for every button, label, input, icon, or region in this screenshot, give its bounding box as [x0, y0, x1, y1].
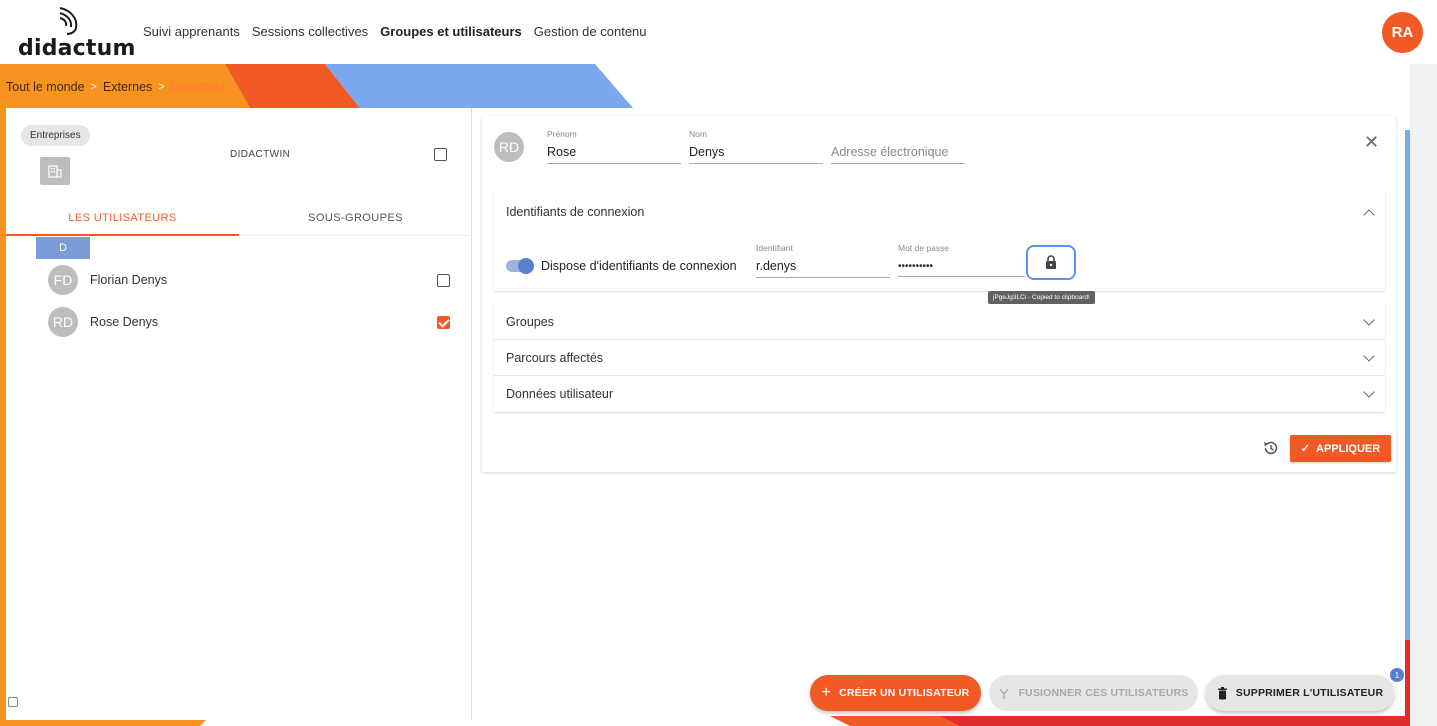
entreprises-chip[interactable]: Entreprises [21, 125, 90, 146]
breadcrumb-tout-le-monde[interactable]: Tout le monde [6, 80, 85, 94]
avatar: RD [494, 132, 524, 162]
apply-button[interactable]: ✓ APPLIQUER [1290, 435, 1391, 462]
create-user-label: CRÉER UN UTILISATEUR [839, 687, 970, 699]
nom-label: Nom [689, 129, 707, 139]
close-icon[interactable]: ✕ [1364, 132, 1379, 153]
page-scrollbar[interactable] [1410, 64, 1437, 726]
tab-sous-groupes[interactable]: SOUS-GROUPES [239, 212, 472, 224]
password-label: Mot de passe [898, 243, 950, 253]
top-header: didactum Suivi apprenants Sessions colle… [0, 0, 1437, 64]
password-field[interactable]: Mot de passe •••••••••• [898, 243, 1026, 277]
building-icon [40, 157, 70, 185]
active-tab-indicator [6, 234, 239, 236]
chevron-down-icon [1363, 386, 1375, 398]
password-input[interactable]: •••••••••• [898, 253, 1026, 277]
credentials-toggle[interactable] [506, 258, 534, 274]
list-item[interactable]: FD Florian Denys [6, 262, 472, 298]
email-field[interactable]: Adresse électronique [831, 129, 965, 164]
tab-utilisateurs[interactable]: LES UTILISATEURS [6, 212, 239, 224]
chevron-down-icon [1363, 350, 1375, 362]
credentials-section: Identifiants de connexion Dispose d'iden… [494, 189, 1385, 304]
panel-tabs: LES UTILISATEURS SOUS-GROUPES [6, 204, 472, 236]
history-icon[interactable] [1262, 439, 1280, 457]
login-label: Identifiant [756, 243, 793, 253]
parcours-section[interactable]: Parcours affectés [494, 340, 1385, 376]
email-input[interactable]: Adresse électronique [831, 139, 965, 164]
nav-suivi-apprenants[interactable]: Suivi apprenants [143, 24, 240, 39]
merge-users-button[interactable]: FUSIONNER CES UTILISATEURS [989, 675, 1198, 711]
login-field[interactable]: Identifiant r.denys [756, 243, 890, 278]
nom-field[interactable]: Nom Denys [689, 129, 823, 164]
list-item[interactable]: RD Rose Denys [6, 304, 472, 340]
breadcrumb: Tout le monde > Externes > Didactwin [6, 80, 225, 94]
prenom-label: Prénom [547, 129, 577, 139]
login-input[interactable]: r.denys [756, 253, 890, 278]
avatar: FD [48, 265, 78, 295]
prenom-field[interactable]: Prénom Rose [547, 129, 681, 164]
parcours-title: Parcours affectés [506, 351, 604, 365]
nav-gestion-contenu[interactable]: Gestion de contenu [534, 24, 647, 39]
delete-user-label: SUPPRIMER L'UTILISATEUR [1235, 687, 1384, 699]
merge-icon [999, 688, 1010, 699]
user-name: Florian Denys [90, 273, 168, 287]
nom-input[interactable]: Denys [689, 139, 823, 164]
merge-users-label: FUSIONNER CES UTILISATEURS [1018, 687, 1189, 699]
breadcrumb-separator: > [158, 81, 165, 93]
notification-badge: 1 [1390, 668, 1404, 682]
breadcrumb-separator: > [90, 81, 97, 93]
user-avatar[interactable]: RA [1382, 12, 1423, 53]
user-checkbox[interactable] [437, 316, 450, 329]
trash-icon [1217, 686, 1227, 699]
user-checkbox[interactable] [437, 274, 450, 287]
groupes-section[interactable]: Groupes [494, 304, 1385, 340]
groupes-title: Groupes [506, 315, 554, 329]
lock-icon [1046, 255, 1056, 269]
toggle-label: Dispose d'identifiants de connexion [541, 259, 737, 273]
create-user-button[interactable]: + CRÉER UN UTILISATEUR [810, 675, 981, 711]
avatar: RD [48, 307, 78, 337]
group-name: DIDACTWIN [230, 149, 291, 160]
delete-user-button[interactable]: SUPPRIMER L'UTILISATEUR [1206, 675, 1394, 711]
small-square-icon [8, 697, 18, 707]
didactum-logo[interactable]: didactum [18, 6, 135, 61]
credentials-title[interactable]: Identifiants de connexion [506, 205, 644, 219]
apply-label: APPLIQUER [1316, 442, 1381, 455]
user-name: Rose Denys [90, 315, 159, 329]
nav-sessions-collectives[interactable]: Sessions collectives [252, 24, 368, 39]
user-detail-card: RD Prénom Rose Nom Denys Adresse électro… [482, 116, 1396, 472]
copied-tooltip: jPgeJg3LCi - Copied to clipboard! [988, 291, 1095, 304]
check-icon: ✓ [1300, 443, 1311, 455]
logo-text: didactum [18, 36, 136, 61]
letter-group-header: D [36, 237, 90, 259]
nav-groupes-utilisateurs[interactable]: Groupes et utilisateurs [380, 24, 522, 39]
chevron-up-icon[interactable] [1363, 209, 1375, 221]
group-checkbox[interactable] [434, 148, 447, 161]
logo-swirl-icon [59, 7, 78, 35]
donnees-title: Données utilisateur [506, 387, 614, 401]
prenom-input[interactable]: Rose [547, 139, 681, 164]
copy-password-button[interactable] [1026, 245, 1076, 280]
donnees-section[interactable]: Données utilisateur [494, 376, 1385, 412]
main-nav: Suivi apprenants Sessions collectives Gr… [143, 24, 647, 39]
breadcrumb-externes[interactable]: Externes [103, 80, 152, 94]
collapsed-sections: Groupes Parcours affectés Données utilis… [494, 304, 1385, 412]
breadcrumb-current: Didactwin [170, 80, 225, 94]
plus-icon: + [821, 684, 832, 701]
chevron-down-icon [1363, 314, 1375, 326]
group-panel: Entreprises DIDACTWIN LES UTILISATEURS S… [6, 108, 472, 720]
